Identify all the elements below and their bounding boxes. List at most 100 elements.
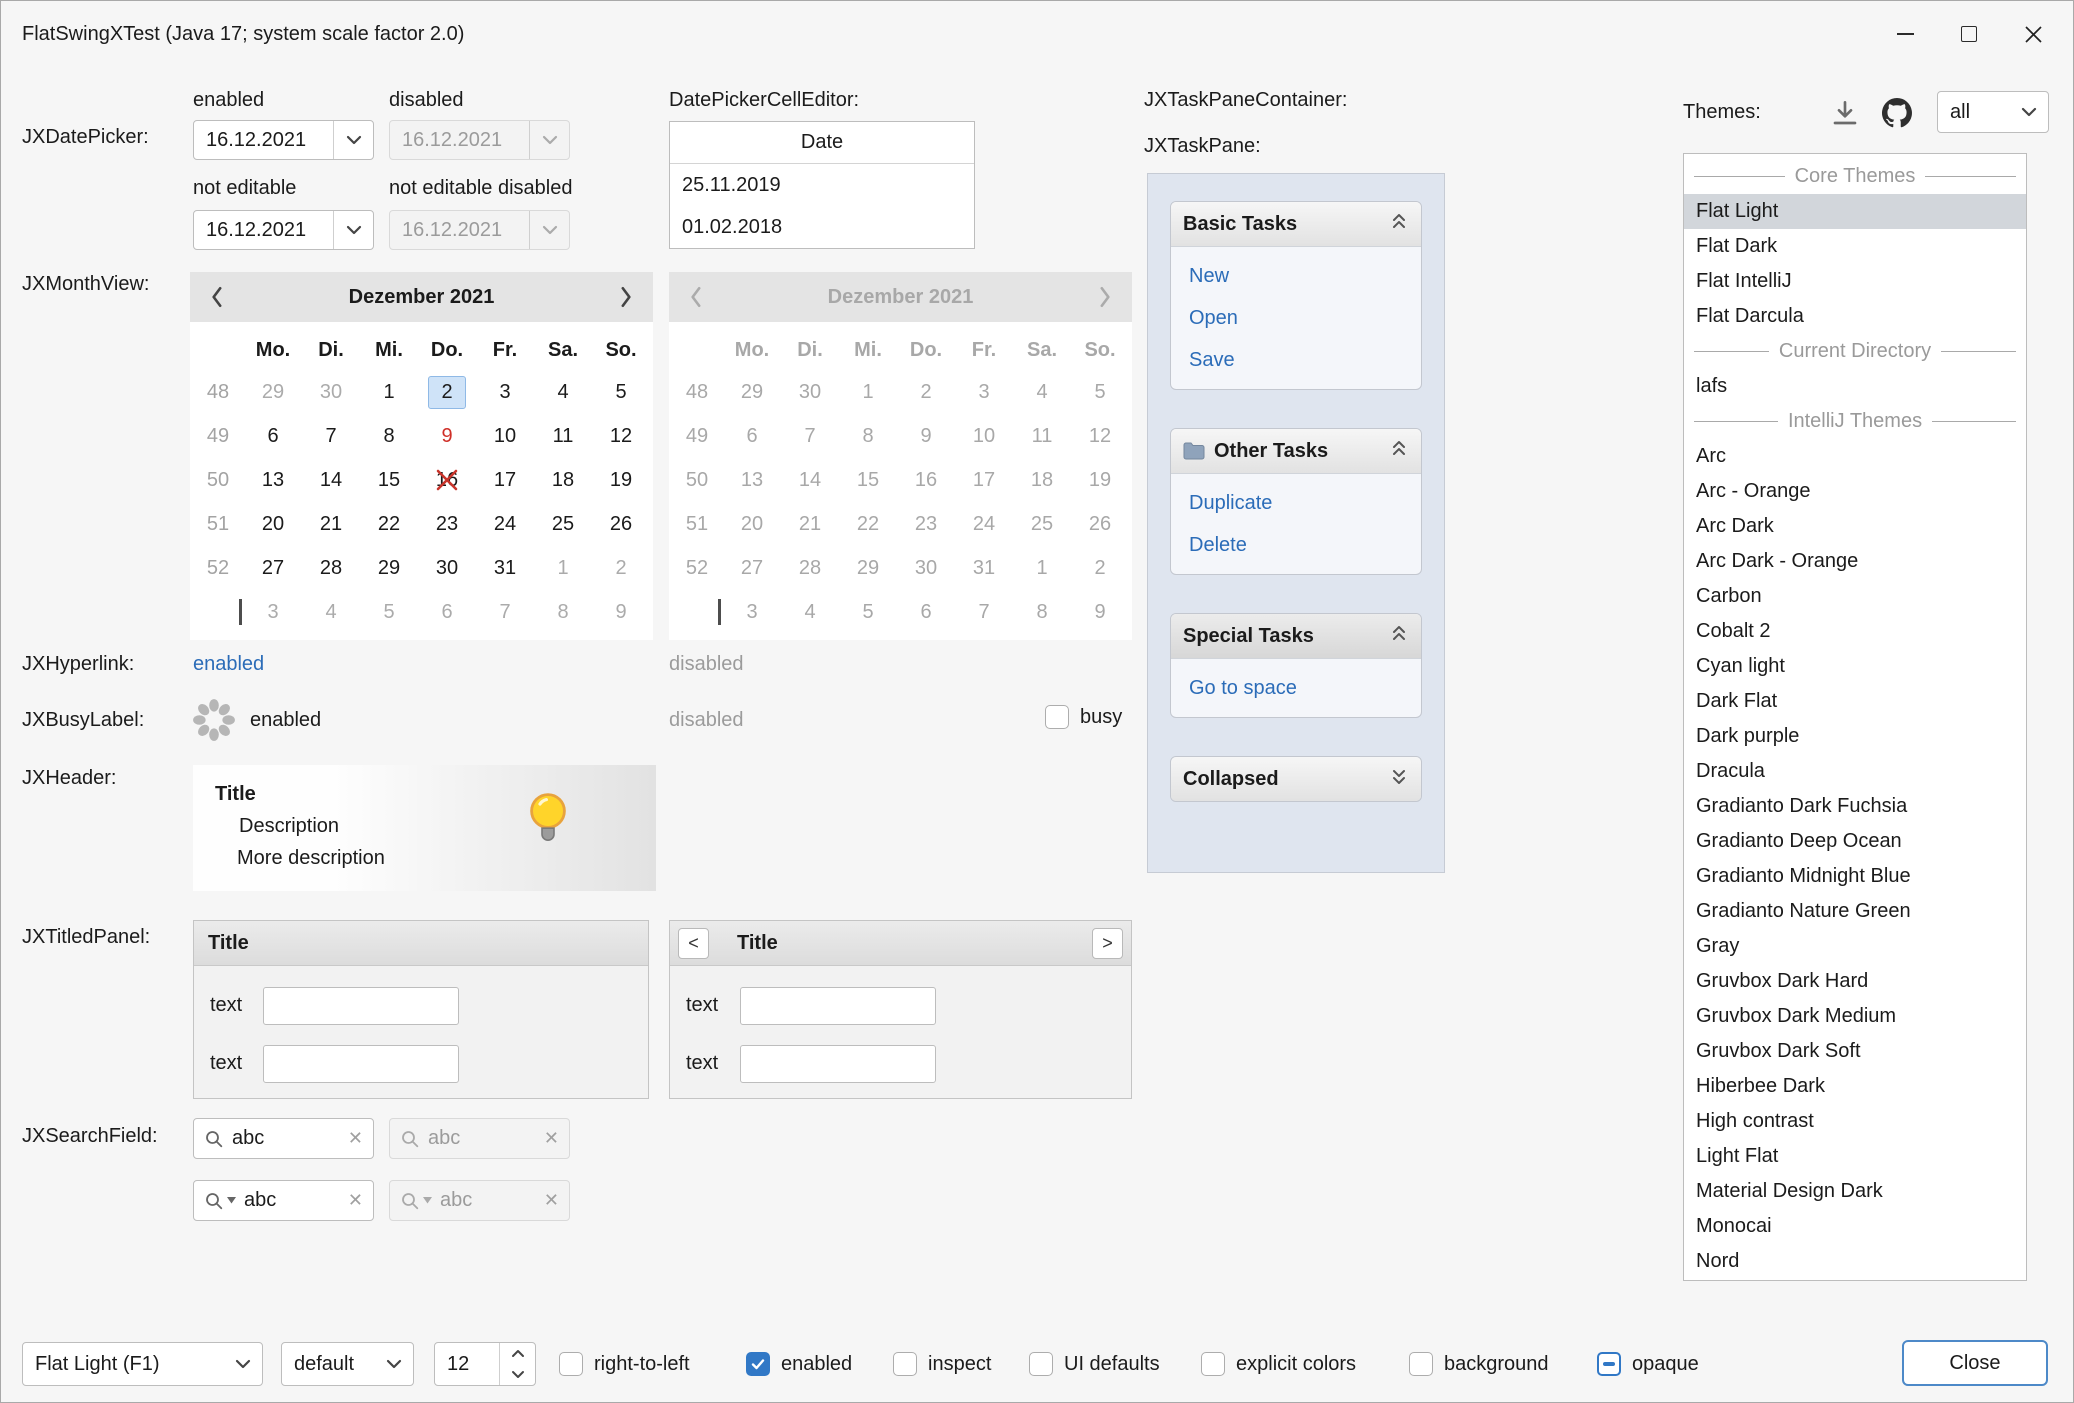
day-cell[interactable]: 4 xyxy=(534,370,592,414)
day-cell[interactable]: 6 xyxy=(244,414,302,458)
titled-panel-left-button[interactable]: < xyxy=(678,928,709,959)
checkbox-enabled[interactable]: enabled xyxy=(746,1352,852,1376)
previous-month-button[interactable] xyxy=(200,277,236,317)
day-cell[interactable]: 4 xyxy=(302,590,360,634)
theme-item-flat-dark[interactable]: Flat Dark xyxy=(1684,229,2026,264)
datepicker-dropdown-button[interactable] xyxy=(333,121,373,159)
task-link-open[interactable]: Open xyxy=(1171,297,1421,339)
datepicker-dropdown-button[interactable] xyxy=(333,211,373,249)
day-cell[interactable]: 22 xyxy=(360,502,418,546)
checkbox-box[interactable] xyxy=(1409,1352,1433,1376)
checkbox-right-to-left[interactable]: right-to-left xyxy=(559,1352,690,1376)
theme-item-nord[interactable]: Nord xyxy=(1684,1244,2026,1279)
search-input[interactable]: abc xyxy=(232,1127,340,1150)
day-cell[interactable]: 29 xyxy=(360,546,418,590)
day-cell[interactable]: 21 xyxy=(302,502,360,546)
task-link-save[interactable]: Save xyxy=(1171,339,1421,381)
day-cell[interactable]: 3 xyxy=(476,370,534,414)
day-cell[interactable]: 26 xyxy=(592,502,650,546)
theme-item-arc-dark[interactable]: Arc Dark xyxy=(1684,509,2026,544)
day-cell[interactable]: 9 xyxy=(418,414,476,458)
checkbox-box[interactable] xyxy=(893,1352,917,1376)
minimize-button[interactable] xyxy=(1873,1,1937,67)
theme-item-gruvbox-dark-soft[interactable]: Gruvbox Dark Soft xyxy=(1684,1034,2026,1069)
checkbox-box[interactable] xyxy=(1029,1352,1053,1376)
theme-item-gruvbox-dark-medium[interactable]: Gruvbox Dark Medium xyxy=(1684,999,2026,1034)
download-icon[interactable] xyxy=(1829,97,1861,135)
theme-item-gradianto-midnight-blue[interactable]: Gradianto Midnight Blue xyxy=(1684,859,2026,894)
hyperlink-enabled[interactable]: enabled xyxy=(193,653,264,676)
day-cell[interactable]: 27 xyxy=(244,546,302,590)
theme-item-lafs[interactable]: lafs xyxy=(1684,369,2026,404)
theme-item-arc[interactable]: Arc xyxy=(1684,439,2026,474)
day-cell[interactable]: 5 xyxy=(592,370,650,414)
day-cell[interactable]: 31 xyxy=(476,546,534,590)
day-cell[interactable]: 12 xyxy=(592,414,650,458)
datepicker-enabled[interactable]: 16.12.2021 xyxy=(193,120,374,160)
day-cell[interactable]: 10 xyxy=(476,414,534,458)
day-cell[interactable]: 23 xyxy=(418,502,476,546)
day-cell[interactable]: 15 xyxy=(360,458,418,502)
day-cell[interactable]: 6 xyxy=(418,590,476,634)
theme-item-gradianto-dark-fuchsia[interactable]: Gradianto Dark Fuchsia xyxy=(1684,789,2026,824)
day-cell[interactable]: 11 xyxy=(534,414,592,458)
day-cell[interactable]: 1 xyxy=(360,370,418,414)
theme-item-gradianto-nature-green[interactable]: Gradianto Nature Green xyxy=(1684,894,2026,929)
theme-item-cobalt-2[interactable]: Cobalt 2 xyxy=(1684,614,2026,649)
checkbox-box[interactable] xyxy=(1045,705,1069,729)
theme-item-high-contrast[interactable]: High contrast xyxy=(1684,1104,2026,1139)
checkbox-box[interactable] xyxy=(1201,1352,1225,1376)
checkbox-box[interactable] xyxy=(1597,1352,1621,1376)
theme-item-flat-light[interactable]: Flat Light xyxy=(1684,194,2026,229)
checkbox-opaque[interactable]: opaque xyxy=(1597,1352,1699,1376)
maximize-button[interactable] xyxy=(1937,1,2001,67)
search-field-with-menu[interactable]: abc ✕ xyxy=(193,1180,374,1221)
checkbox-ui-defaults[interactable]: UI defaults xyxy=(1029,1352,1160,1376)
checkbox-inspect[interactable]: inspect xyxy=(893,1352,991,1376)
theme-item-dracula[interactable]: Dracula xyxy=(1684,754,2026,789)
datepicker-not-editable[interactable]: 16.12.2021 xyxy=(193,210,374,250)
taskpane-header[interactable]: Special Tasks xyxy=(1171,614,1421,658)
titled-panel-right-button[interactable]: > xyxy=(1092,928,1123,959)
day-cell[interactable]: 30 xyxy=(302,370,360,414)
day-cell[interactable]: 13 xyxy=(244,458,302,502)
day-cell[interactable]: 2 xyxy=(418,370,476,414)
close-button[interactable]: Close xyxy=(1902,1340,2048,1386)
day-cell[interactable]: 1 xyxy=(534,546,592,590)
theme-item-material-design-dark[interactable]: Material Design Dark xyxy=(1684,1174,2026,1209)
clear-icon[interactable]: ✕ xyxy=(348,1128,363,1149)
day-cell[interactable]: 17 xyxy=(476,458,534,502)
text-input[interactable] xyxy=(263,987,459,1025)
day-cell[interactable]: 7 xyxy=(302,414,360,458)
close-window-button[interactable] xyxy=(2001,1,2065,67)
style-combobox[interactable]: default xyxy=(281,1342,414,1386)
day-cell[interactable]: 19 xyxy=(592,458,650,502)
font-size-spinner[interactable]: 12 xyxy=(434,1342,536,1386)
task-link-duplicate[interactable]: Duplicate xyxy=(1171,482,1421,524)
theme-item-carbon[interactable]: Carbon xyxy=(1684,579,2026,614)
clear-icon[interactable]: ✕ xyxy=(348,1190,363,1211)
day-cell[interactable]: 8 xyxy=(534,590,592,634)
search-menu-icon[interactable] xyxy=(204,1191,236,1211)
task-link-delete[interactable]: Delete xyxy=(1171,524,1421,566)
spinner-up-button[interactable] xyxy=(500,1343,535,1364)
day-cell[interactable]: 9 xyxy=(592,590,650,634)
theme-item-gradianto-deep-ocean[interactable]: Gradianto Deep Ocean xyxy=(1684,824,2026,859)
search-field-enabled[interactable]: abc ✕ xyxy=(193,1118,374,1159)
day-cell[interactable]: 25 xyxy=(534,502,592,546)
checkbox-explicit-colors[interactable]: explicit colors xyxy=(1201,1352,1356,1376)
day-cell[interactable]: 18 xyxy=(534,458,592,502)
checkbox-box[interactable] xyxy=(559,1352,583,1376)
spinner-down-button[interactable] xyxy=(500,1364,535,1385)
theme-item-dark-flat[interactable]: Dark Flat xyxy=(1684,684,2026,719)
datepicker-value[interactable]: 16.12.2021 xyxy=(194,129,333,152)
theme-item-gruvbox-dark-hard[interactable]: Gruvbox Dark Hard xyxy=(1684,964,2026,999)
theme-item-cyan-light[interactable]: Cyan light xyxy=(1684,649,2026,684)
theme-item-flat-intellij[interactable]: Flat IntelliJ xyxy=(1684,264,2026,299)
table-row[interactable]: 01.02.2018 xyxy=(670,206,974,248)
day-cell[interactable]: 2 xyxy=(592,546,650,590)
themes-filter-combobox[interactable]: all xyxy=(1937,91,2049,133)
day-cell[interactable]: 8 xyxy=(360,414,418,458)
theme-item-arc-orange[interactable]: Arc - Orange xyxy=(1684,474,2026,509)
table-row[interactable]: 25.11.2019 xyxy=(670,164,974,206)
